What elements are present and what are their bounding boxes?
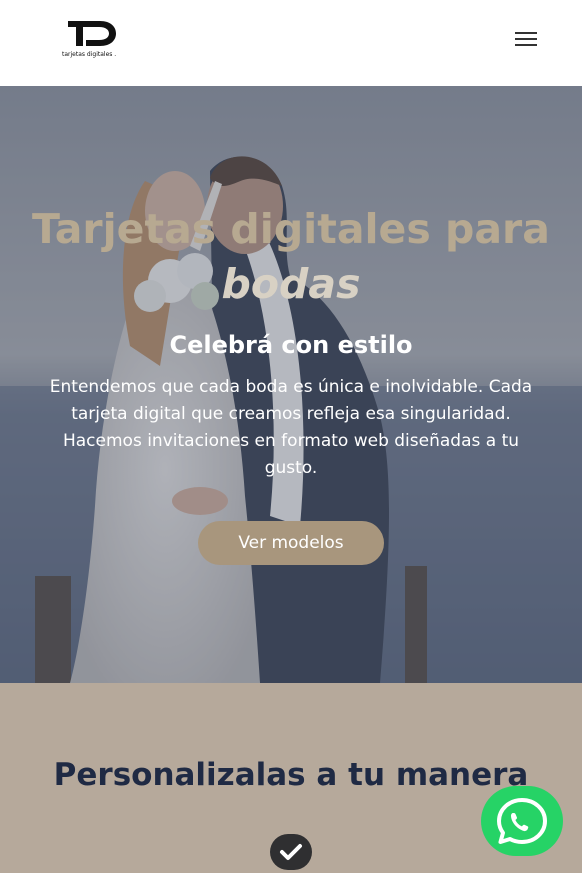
hero-title: Tarjetas digitales para bodas (0, 202, 582, 312)
hero-description: Entendemos que cada boda es única e inol… (49, 377, 533, 478)
checkmark-icon (270, 834, 312, 870)
hamburger-menu-icon[interactable] (511, 28, 541, 50)
checkmark-glyph (280, 844, 302, 860)
brand-logo[interactable]: tarjetas digitales . (62, 18, 124, 62)
hero-title-line2: bodas (221, 260, 361, 308)
td-logo-icon (68, 21, 116, 46)
whatsapp-icon[interactable] (481, 786, 563, 856)
brand-tagline: tarjetas digitales . (62, 51, 117, 58)
whatsapp-glyph (497, 798, 547, 844)
hero-section: Tarjetas digitales para bodas Celebrá co… (0, 86, 582, 683)
site-header: tarjetas digitales . (0, 0, 582, 86)
hero-title-line1: Tarjetas digitales para (32, 205, 550, 253)
hero-subtitle: Celebrá con estilo (169, 331, 413, 359)
view-models-button[interactable]: Ver modelos (198, 521, 384, 565)
